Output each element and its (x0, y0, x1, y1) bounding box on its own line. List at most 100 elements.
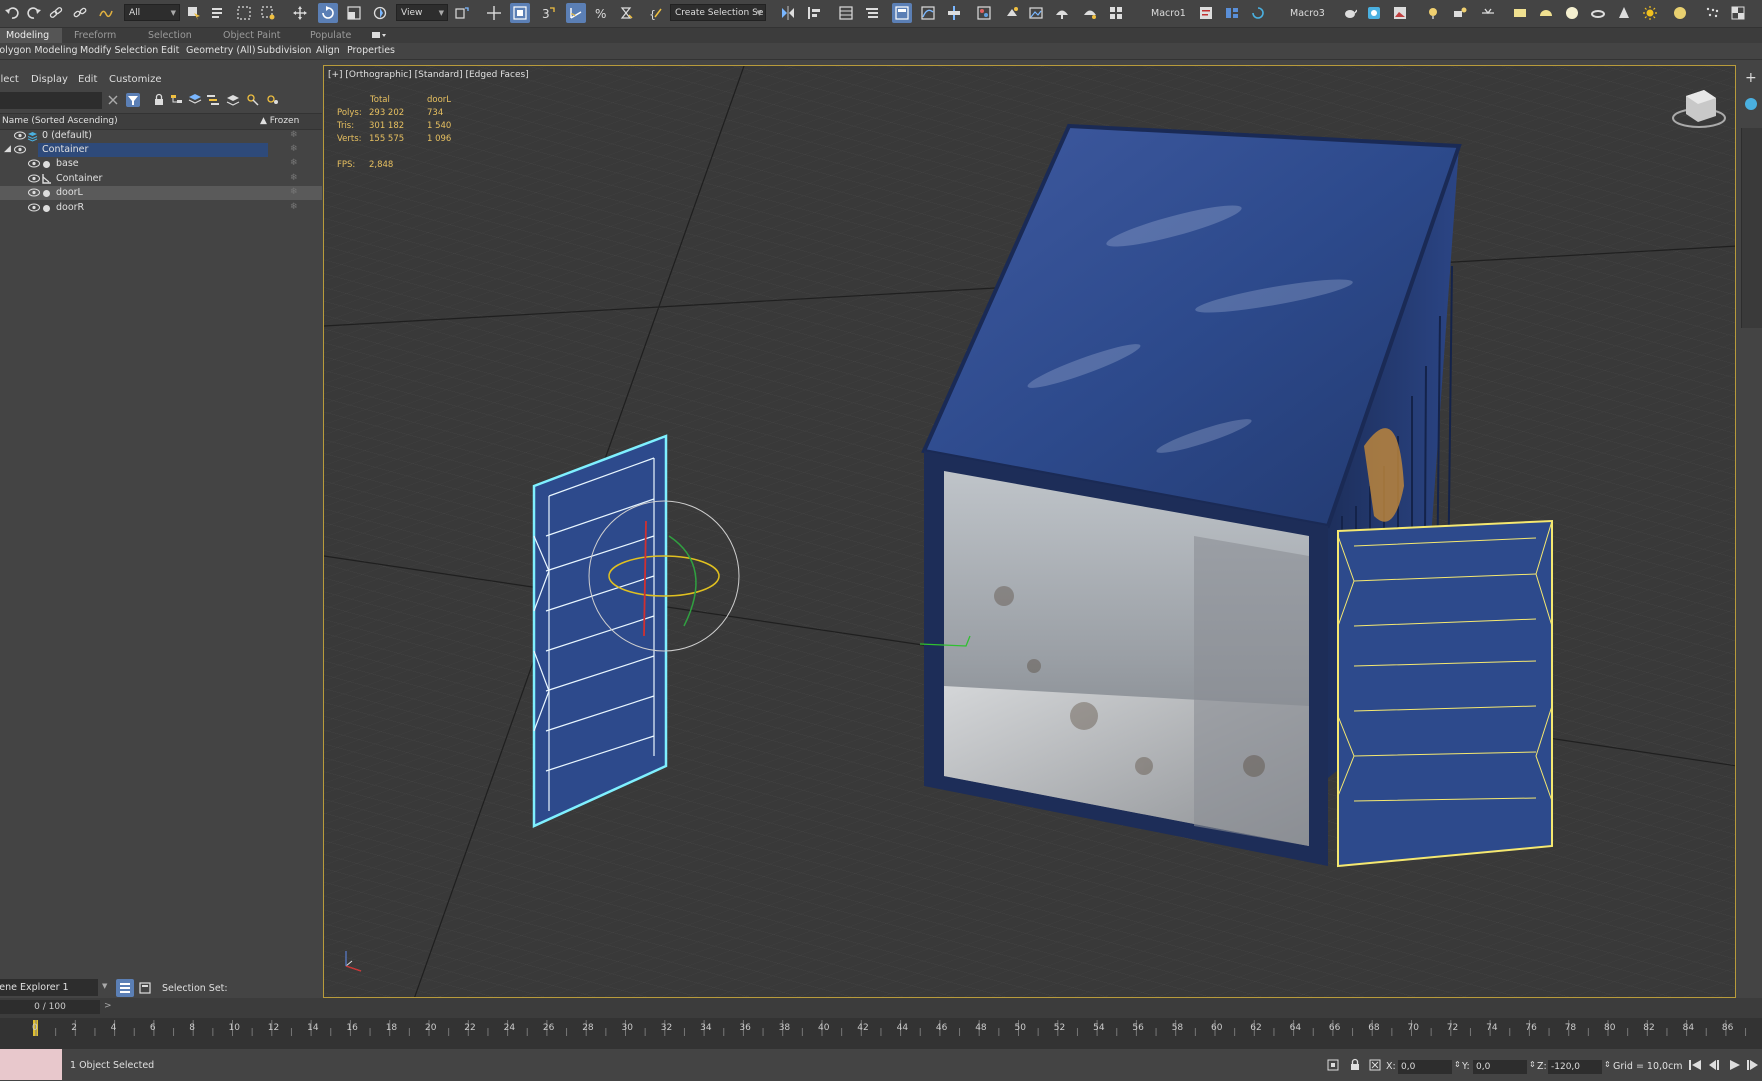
dome-primitive-icon[interactable] (1536, 3, 1556, 23)
door-right[interactable] (1337, 519, 1553, 868)
tab-modeling[interactable]: Modeling (0, 28, 62, 43)
undo-icon[interactable] (2, 3, 22, 23)
scene-explorer-icon[interactable] (862, 3, 882, 23)
panel-polygon-modeling[interactable]: Polygon Modeling (0, 45, 78, 56)
timeline-ruler[interactable]: 0 2 4 6 8 10 12 14 16 18 20 22 24 26 28 30 32 34 36 38 40 42 4… (0, 1018, 1762, 1048)
align-icon[interactable] (804, 3, 824, 23)
visibility-eye-icon[interactable] (28, 203, 40, 212)
percent-snap-icon[interactable]: % (592, 3, 612, 23)
frozen-icon[interactable]: ❄ (290, 158, 298, 168)
viewport-label[interactable]: [+] [Orthographic] [Standard] [Edged Fac… (328, 70, 529, 80)
name-column-header[interactable]: Name (Sorted Ascending) (2, 116, 118, 126)
bind-spacewarp-icon[interactable] (96, 3, 116, 23)
sphere-primitive-icon[interactable] (1562, 3, 1582, 23)
z-coord-field[interactable]: -120,0 (1548, 1060, 1602, 1074)
edit-named-selection-icon[interactable]: { (646, 3, 666, 23)
checker-icon[interactable] (1728, 3, 1748, 23)
snaps-3d-icon[interactable]: 3 (538, 3, 558, 23)
selection-lock-icon[interactable] (1348, 1058, 1362, 1072)
hierarchy-icon[interactable] (170, 93, 184, 107)
selection-filter-dropdown[interactable]: All ▼ (124, 4, 180, 21)
macro-grid-icon[interactable] (1222, 3, 1242, 23)
panel-subdivision[interactable]: Subdivision (257, 45, 311, 56)
tab-populate[interactable]: Populate (310, 28, 351, 43)
rendered-frame-window-icon[interactable] (1026, 3, 1046, 23)
visibility-eye-icon[interactable] (14, 145, 26, 154)
find-icon[interactable] (266, 93, 280, 107)
create-tab-icon[interactable]: + (1745, 70, 1757, 86)
dropdown-arrow-icon[interactable]: ▼ (102, 982, 107, 990)
panel-align[interactable]: Align (316, 45, 340, 56)
tab-object-paint[interactable]: Object Paint (223, 28, 280, 43)
menu-display[interactable]: Display (31, 74, 68, 85)
reference-coord-dropdown[interactable]: View ▼ (396, 4, 448, 21)
place-icon[interactable] (370, 3, 390, 23)
menu-select[interactable]: Select (0, 74, 19, 85)
viewport-bg-icon[interactable] (1364, 3, 1384, 23)
frozen-icon[interactable]: ❄ (290, 144, 298, 154)
window-crossing-icon[interactable] (258, 3, 278, 23)
absolute-mode-icon[interactable] (1368, 1058, 1382, 1072)
dependencies-icon[interactable] (246, 93, 260, 107)
named-selection-dropdown[interactable]: Create Selection Se ▼ (670, 4, 766, 21)
x-spinner-icon[interactable]: ⇕ (1454, 1060, 1461, 1069)
layer-explorer-toggle-icon[interactable] (116, 979, 134, 997)
mirror-icon[interactable] (778, 3, 798, 23)
camera-light-icon[interactable] (1450, 3, 1470, 23)
explorer-name-dropdown[interactable]: Scene Explorer 1 (0, 979, 98, 996)
particle-icon[interactable] (1702, 3, 1722, 23)
visibility-eye-icon[interactable] (14, 131, 26, 140)
material-editor-icon[interactable] (974, 3, 994, 23)
link-icon[interactable] (46, 3, 66, 23)
tree-row-container-layer[interactable]: ◢ Container ❄ (0, 143, 322, 157)
frozen-icon[interactable]: ❄ (290, 173, 298, 183)
explorer-search-input[interactable] (0, 92, 102, 109)
pivot-center-icon[interactable] (452, 3, 472, 23)
sort-icon[interactable] (206, 93, 220, 107)
curve-editor-icon[interactable] (918, 3, 938, 23)
ribbon-toggle-icon[interactable] (892, 3, 912, 23)
render-setup-icon[interactable] (1002, 3, 1022, 23)
rotate-icon[interactable] (318, 3, 338, 23)
y-spinner-icon[interactable]: ⇕ (1529, 1060, 1536, 1069)
expand-arrow-icon[interactable]: ◢ (4, 144, 11, 154)
panel-properties[interactable]: Properties (347, 45, 395, 56)
frozen-column-header[interactable]: ▲ Frozen (260, 116, 299, 126)
macro-text-icon[interactable] (1196, 3, 1216, 23)
cone-primitive-icon[interactable] (1614, 3, 1634, 23)
isolate-selection-icon[interactable] (1326, 1058, 1340, 1072)
visibility-eye-icon[interactable] (28, 159, 40, 168)
filter-icon[interactable] (126, 93, 140, 107)
sky-icon[interactable] (1670, 3, 1690, 23)
y-coord-field[interactable]: 0,0 (1473, 1060, 1527, 1074)
select-manipulate-icon[interactable] (484, 3, 504, 23)
layer-manager-icon[interactable] (836, 3, 856, 23)
keyboard-shortcut-toggle-icon[interactable] (510, 3, 530, 23)
play-icon[interactable] (1728, 1059, 1742, 1071)
plane-primitive-icon[interactable] (1510, 3, 1530, 23)
layers-icon[interactable] (188, 93, 202, 107)
rect-selection-icon[interactable] (234, 3, 254, 23)
render-production-icon[interactable] (1052, 3, 1072, 23)
tab-freeform[interactable]: Freeform (74, 28, 116, 43)
select-object-icon[interactable] (184, 3, 204, 23)
redo-icon[interactable] (24, 3, 44, 23)
teapot-icon[interactable] (1340, 3, 1360, 23)
time-slider-next-icon[interactable]: > (104, 1001, 112, 1011)
render-iterative-icon[interactable] (1080, 3, 1100, 23)
selection-set-icon[interactable] (138, 981, 152, 995)
tab-selection[interactable]: Selection (148, 28, 192, 43)
viewport-scene[interactable] (324, 66, 1736, 998)
sun-position-icon[interactable] (1478, 3, 1498, 23)
time-slider[interactable]: 0 / 100 (0, 1000, 100, 1014)
modify-tab-icon[interactable] (1745, 98, 1757, 110)
menu-edit[interactable]: Edit (78, 74, 97, 85)
frozen-icon[interactable]: ❄ (290, 202, 298, 212)
panel-modify-selection[interactable]: Modify Selection (80, 45, 158, 56)
tree-row-doorl[interactable]: doorL ❄ (0, 186, 322, 200)
light-icon[interactable] (1424, 3, 1444, 23)
frozen-icon[interactable]: ❄ (290, 130, 298, 140)
spinner-snap-icon[interactable] (616, 3, 636, 23)
sun-icon[interactable] (1640, 3, 1660, 23)
angle-snap-icon[interactable] (566, 3, 586, 23)
